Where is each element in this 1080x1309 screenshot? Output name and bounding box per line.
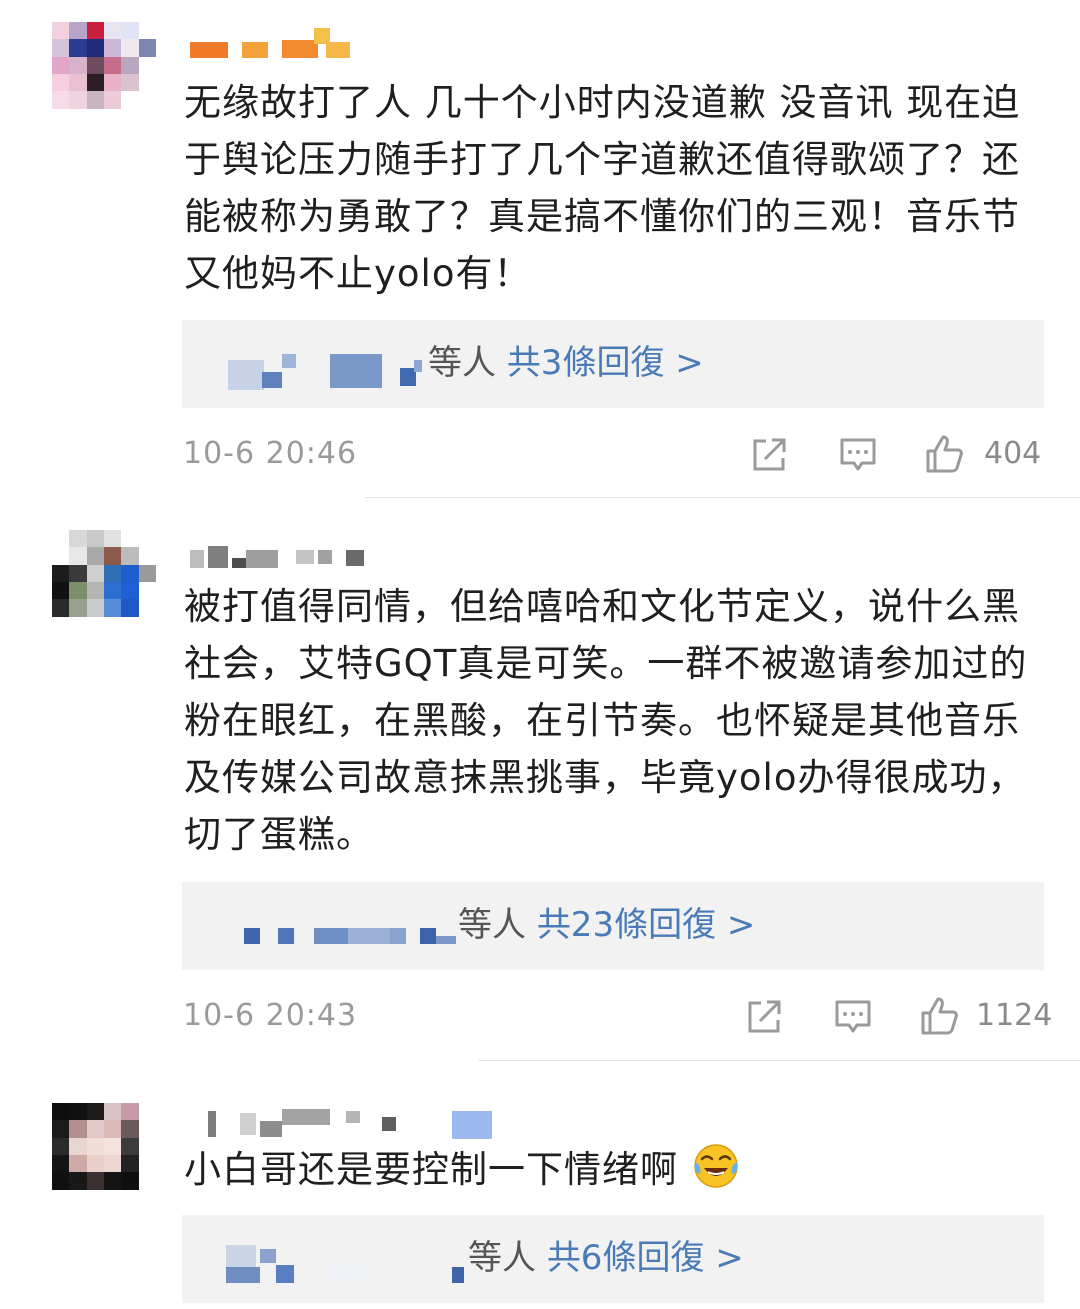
like-count: 404 <box>984 436 1042 471</box>
comment-icon[interactable] <box>833 996 873 1036</box>
reply-usernames-blurred <box>222 912 462 946</box>
reply-who: 等人 <box>468 1238 536 1278</box>
avatar[interactable] <box>52 22 156 126</box>
reply-summary[interactable]: 等人 共3條回復 > <box>182 320 1044 408</box>
crying-laughing-emoji-icon <box>694 1144 738 1188</box>
share-icon[interactable] <box>750 434 790 474</box>
comment-text-body: 小白哥还是要控制一下情绪啊 <box>184 1148 678 1191</box>
timestamp: 10-6 20:43 <box>183 998 358 1033</box>
share-icon[interactable] <box>745 996 785 1036</box>
reply-who: 等人 <box>458 905 526 945</box>
comment-icon[interactable] <box>838 434 878 474</box>
reply-count-link[interactable]: 共23條回復 > <box>537 905 756 945</box>
avatar[interactable] <box>52 530 156 634</box>
reply-label[interactable]: 等人 共6條回復 > <box>468 1237 744 1279</box>
reply-count-link[interactable]: 共6條回復 > <box>547 1238 744 1278</box>
reply-label[interactable]: 等人 共23條回復 > <box>458 904 755 946</box>
reply-who: 等人 <box>428 343 496 383</box>
timestamp: 10-6 20:46 <box>183 436 358 471</box>
divider <box>365 497 1080 498</box>
username-blurred[interactable] <box>186 1109 506 1139</box>
like-count: 1124 <box>976 998 1053 1033</box>
thumbs-up-icon[interactable] <box>920 996 960 1036</box>
reply-summary[interactable]: 等人 共23條回復 > <box>182 882 1044 970</box>
reply-count-link[interactable]: 共3條回復 > <box>507 343 704 383</box>
divider <box>478 1060 1080 1061</box>
thumbs-up-icon[interactable] <box>925 434 965 474</box>
comment-text: 小白哥还是要控制一下情绪啊 <box>184 1141 1054 1198</box>
reply-summary[interactable]: 等人 共6條回復 > <box>182 1215 1044 1303</box>
username-blurred[interactable] <box>186 28 506 58</box>
comment-meta: 10-6 20:43 1124 <box>0 992 1080 1042</box>
reply-usernames-blurred <box>222 350 462 390</box>
comment-meta: 10-6 20:46 404 <box>0 430 1080 480</box>
comment-text: 被打值得同情，但给嘻哈和文化节定义，说什么黑社会，艾特GQT真是可笑。一群不被邀… <box>184 585 1028 856</box>
comment-text: 无缘故打了人 几十个小时内没道歉 没音讯 现在迫于舆论压力随手打了几个字道歉还值… <box>184 81 1021 295</box>
avatar[interactable] <box>52 1103 156 1207</box>
username-blurred[interactable] <box>186 536 506 568</box>
reply-usernames-blurred <box>222 1245 464 1283</box>
reply-label[interactable]: 等人 共3條回復 > <box>428 342 704 384</box>
